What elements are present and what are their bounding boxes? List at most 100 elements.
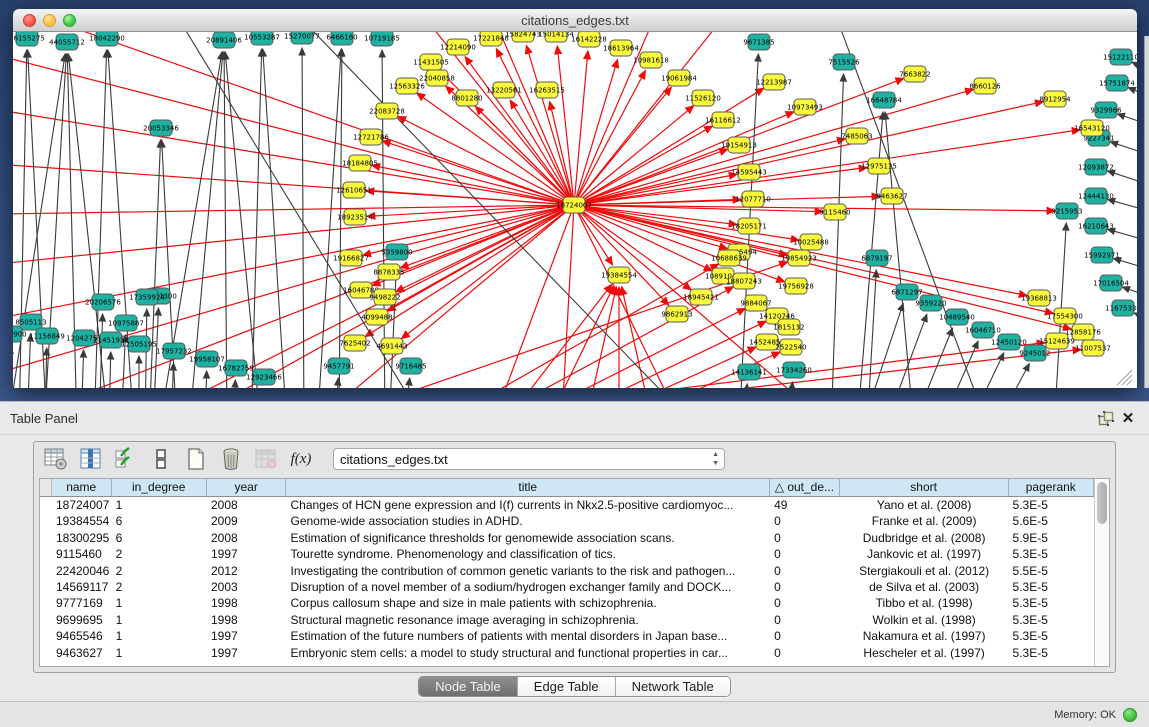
table-row[interactable]: 911546021997Tourette syndrome. Phenomeno… [40,546,1094,562]
graph-node[interactable]: 8801280 [451,90,482,106]
graph-node[interactable]: 11007537 [1075,340,1111,356]
graph-node[interactable]: 9245012 [1019,345,1050,361]
table-cell[interactable]: Genome-wide association studies in ADHD. [286,513,770,529]
table-cell[interactable]: 2003 [207,579,287,595]
table-cell[interactable]: 0 [770,530,840,546]
table-cell[interactable]: 1 [112,497,207,513]
graph-edge[interactable] [574,130,1080,205]
graph-node[interactable]: 19368813 [1021,290,1057,306]
table-cell[interactable]: de Silva et al. (2003) [840,579,1009,595]
table-cell[interactable]: Franke et al. (2009) [840,513,1009,529]
graph-node[interactable]: 6871297 [891,284,922,300]
graph-edge[interactable] [544,286,614,388]
graph-node[interactable]: 9884067 [740,295,771,311]
tab-edge-table[interactable]: Edge Table [518,677,616,696]
show-columns-icon[interactable] [78,446,104,472]
table-cell[interactable]: Corpus callosum shape and size in male p… [286,595,770,611]
table-row[interactable]: 1938455462009Genome-wide association stu… [40,513,1094,529]
graph-node[interactable]: 19061984 [661,70,697,86]
graph-edge[interactable] [574,205,1071,329]
graph-node[interactable]: 16263515 [529,82,565,98]
scrollbar-thumb[interactable] [1097,482,1107,524]
column-header-title[interactable]: title [286,479,770,496]
table-cell[interactable]: 5.3E-5 [1009,612,1094,628]
graph-node[interactable]: 12721786 [353,129,389,145]
table-cell[interactable]: 0 [770,612,840,628]
table-cell[interactable]: 2008 [207,530,287,546]
table-cell[interactable]: 6 [112,530,207,546]
table-cell[interactable]: 1998 [207,612,287,628]
graph-node[interactable]: 9862913 [661,306,692,322]
graph-node[interactable]: 5359800 [381,244,412,260]
table-cell[interactable]: 6 [112,513,207,529]
table-cell[interactable]: 5.3E-5 [1009,645,1094,661]
graph-edge[interactable] [1108,199,1137,214]
graph-edge[interactable] [967,353,1004,388]
table-cell[interactable]: 0 [770,513,840,529]
graph-edge[interactable] [335,378,338,388]
table-cell[interactable]: 5.3E-5 [1009,546,1094,562]
table-cell[interactable]: 2 [112,563,207,579]
graph-node[interactable]: 15992971 [1084,247,1120,263]
float-panel-icon[interactable] [1095,409,1117,427]
create-table-icon[interactable] [183,446,209,472]
graph-edge[interactable] [233,380,235,388]
function-builder-icon[interactable]: f(x) [288,446,314,472]
row-selection-mode-icon[interactable] [113,446,139,472]
table-cell[interactable]: 1997 [207,645,287,661]
graph-node[interactable]: 10489540 [939,309,975,325]
graph-node[interactable]: 11675330 [1105,300,1137,316]
column-header-year[interactable]: year [207,479,286,496]
table-cell[interactable]: 1998 [207,595,287,611]
graph-node[interactable]: 12093872 [1078,159,1114,175]
graph-node[interactable]: 15824743 [505,32,541,42]
table-cell[interactable]: 0 [770,628,840,644]
column-header-name[interactable]: name [52,479,112,496]
graph-node[interactable]: 17221848 [473,32,509,46]
graph-node[interactable]: 12975115 [861,158,897,174]
table-cell[interactable]: 0 [770,595,840,611]
graph-edge[interactable] [741,384,747,388]
table-cell[interactable]: 5.9E-5 [1009,530,1094,546]
graph-edge[interactable] [994,364,1029,388]
graph-node[interactable]: 8660126 [969,78,1001,94]
table-cell[interactable]: Estimation of the future numbers of pati… [286,628,770,644]
table-cell[interactable]: 19384554 [52,513,112,529]
graph-node[interactable]: 7485063 [841,128,872,144]
table-row[interactable]: 1456911722003Disruption of a novel membe… [40,579,1094,595]
graph-node[interactable]: 17016504 [1093,275,1129,291]
graph-node[interactable]: 7663822 [899,66,930,82]
table-cell[interactable]: Tourette syndrome. Phenomenology and cla… [286,546,770,562]
table-cell[interactable]: 1 [112,595,207,611]
graph-node[interactable]: 10719185 [364,32,400,46]
graph-edge[interactable] [1134,313,1137,324]
table-row[interactable]: 2242004622012Investigating the contribut… [40,563,1094,579]
table-cell[interactable]: 2012 [207,563,287,579]
graph-node[interactable]: 16210643 [1078,218,1114,234]
table-cell[interactable]: 14569117 [52,579,112,595]
table-cell[interactable]: 5.5E-5 [1009,563,1094,579]
table-row[interactable]: 946554611997Estimation of the future num… [40,628,1094,644]
table-settings-icon[interactable] [43,446,69,472]
graph-node[interactable]: 12450120 [991,334,1027,350]
graph-edge[interactable] [574,205,669,305]
graph-node[interactable]: 17957232 [156,343,192,359]
graph-edge[interactable] [13,40,574,205]
graph-edge[interactable] [171,363,174,388]
table-cell[interactable]: Embryonic stem cells: a model to study s… [286,645,770,661]
table-cell[interactable]: 0 [770,579,840,595]
graph-edge[interactable] [861,303,903,388]
table-row[interactable]: 977716911998Corpus callosum shape and si… [40,595,1094,611]
table-cell[interactable]: Structural magnetic resonance image aver… [286,612,770,628]
graph-edge[interactable] [1122,287,1137,300]
rows-icon[interactable] [148,446,174,472]
table-cell[interactable]: Jankovic et al. (1997) [840,546,1009,562]
graph-node[interactable]: 9463627 [876,188,907,204]
graph-node[interactable]: 2522540 [775,339,806,355]
graph-node[interactable]: 18184805 [342,155,378,171]
table-cell[interactable]: 2 [112,579,207,595]
close-panel-icon[interactable]: ✕ [1117,409,1139,427]
graph-edge[interactable] [382,50,385,388]
network-canvas[interactable]: 1872400716155275440557121804229020891406… [13,32,1137,388]
table-cell[interactable]: 1 [112,645,207,661]
